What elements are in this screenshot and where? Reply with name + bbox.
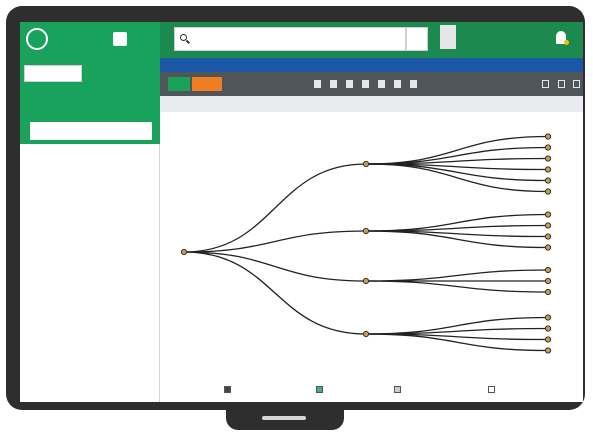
tree-branch-node[interactable]: [362, 160, 370, 168]
user-menu[interactable]: [500, 34, 542, 46]
toolbar-button-orange[interactable]: [192, 77, 222, 91]
tree-leaf-node[interactable]: [544, 347, 552, 354]
tree-leaf-node[interactable]: [544, 188, 552, 195]
tree-leaf-node[interactable]: [544, 277, 552, 285]
app-logo-text: [52, 32, 112, 48]
tree-leaf-node[interactable]: [544, 144, 552, 151]
tree-link: [183, 251, 367, 335]
legend-label: [234, 385, 294, 395]
toolbar-button-green[interactable]: [168, 77, 190, 91]
tree-link: [365, 327, 549, 335]
toolbar-tool-icon[interactable]: [378, 80, 385, 88]
notification-badge: [564, 40, 569, 45]
menu-toggle-icon[interactable]: [113, 32, 127, 46]
toolbar-tool-icon[interactable]: [394, 80, 401, 88]
tree-link: [365, 280, 549, 293]
toolbar-tool-icon[interactable]: [346, 80, 353, 88]
legend-swatch: [394, 386, 401, 393]
notice-banner: [160, 58, 583, 72]
tree-link: [365, 157, 549, 165]
tree-leaf-node[interactable]: [544, 325, 552, 332]
tree-link: [365, 135, 549, 165]
legend: [224, 384, 583, 396]
sidebar-subitem-active[interactable]: [30, 122, 152, 140]
avatar-icon[interactable]: [440, 25, 456, 49]
search-placeholder: [193, 33, 293, 45]
legend-label: [498, 385, 558, 395]
legend-swatch: [224, 386, 231, 393]
toolbar-window-icon[interactable]: [558, 80, 565, 88]
tree-root-node[interactable]: [180, 248, 188, 256]
tree-leaf-node[interactable]: [544, 266, 552, 274]
tree-leaf-node[interactable]: [544, 166, 552, 173]
toolbar-tool-icon[interactable]: [410, 80, 417, 88]
tree-diagram: [180, 133, 552, 354]
tree-leaf-node[interactable]: [544, 233, 552, 240]
tree-leaf-node[interactable]: [544, 155, 552, 162]
sidebar: [20, 58, 160, 402]
monitor-stand-slot: [262, 416, 306, 420]
legend-item[interactable]: [488, 384, 580, 396]
legend-label: [404, 385, 464, 395]
toolbar: [160, 72, 583, 96]
tree-leaf-node[interactable]: [544, 336, 552, 343]
sidebar-item[interactable]: [30, 100, 140, 112]
user-name[interactable]: [462, 34, 492, 46]
toolbar-window-icon[interactable]: [573, 80, 580, 88]
brand-bar: [20, 22, 160, 58]
tree-leaf-node[interactable]: [544, 222, 552, 229]
tree-branch-node[interactable]: [362, 227, 370, 235]
legend-item[interactable]: [394, 384, 486, 396]
tree-leaf-node[interactable]: [544, 211, 552, 218]
breadcrumb-bar: [160, 96, 583, 112]
main-content: [160, 58, 583, 402]
tree-leaf-node[interactable]: [544, 314, 552, 321]
screen: [20, 22, 583, 402]
sidebar-header: [20, 58, 160, 144]
tree-branch-node[interactable]: [362, 277, 370, 285]
tree-link: [183, 163, 367, 253]
toolbar-tool-icon[interactable]: [330, 80, 337, 88]
tree-link: [183, 251, 367, 282]
toolbar-window-icon[interactable]: [542, 80, 549, 88]
search-button[interactable]: [406, 27, 428, 51]
tree-leaf-node[interactable]: [544, 244, 552, 251]
tree-leaf-node[interactable]: [544, 288, 552, 296]
tree-branch-node[interactable]: [362, 330, 370, 338]
search-input[interactable]: [174, 27, 406, 51]
globe-icon: [26, 28, 48, 50]
legend-label: [326, 385, 386, 395]
top-bar: [160, 22, 583, 58]
tree-link: [365, 269, 549, 282]
breadcrumb[interactable]: [164, 99, 284, 109]
toolbar-tool-icon[interactable]: [314, 80, 321, 88]
legend-swatch: [488, 386, 495, 393]
toolbar-tool-icon[interactable]: [362, 80, 369, 88]
search-icon: [180, 34, 187, 41]
tree-link: [365, 224, 549, 232]
legend-item[interactable]: [224, 384, 316, 396]
tree-leaf-node[interactable]: [544, 133, 552, 140]
legend-swatch: [316, 386, 323, 393]
tree-leaf-node[interactable]: [544, 177, 552, 184]
tree-link: [365, 163, 549, 193]
sidebar-top-button[interactable]: [24, 65, 82, 82]
